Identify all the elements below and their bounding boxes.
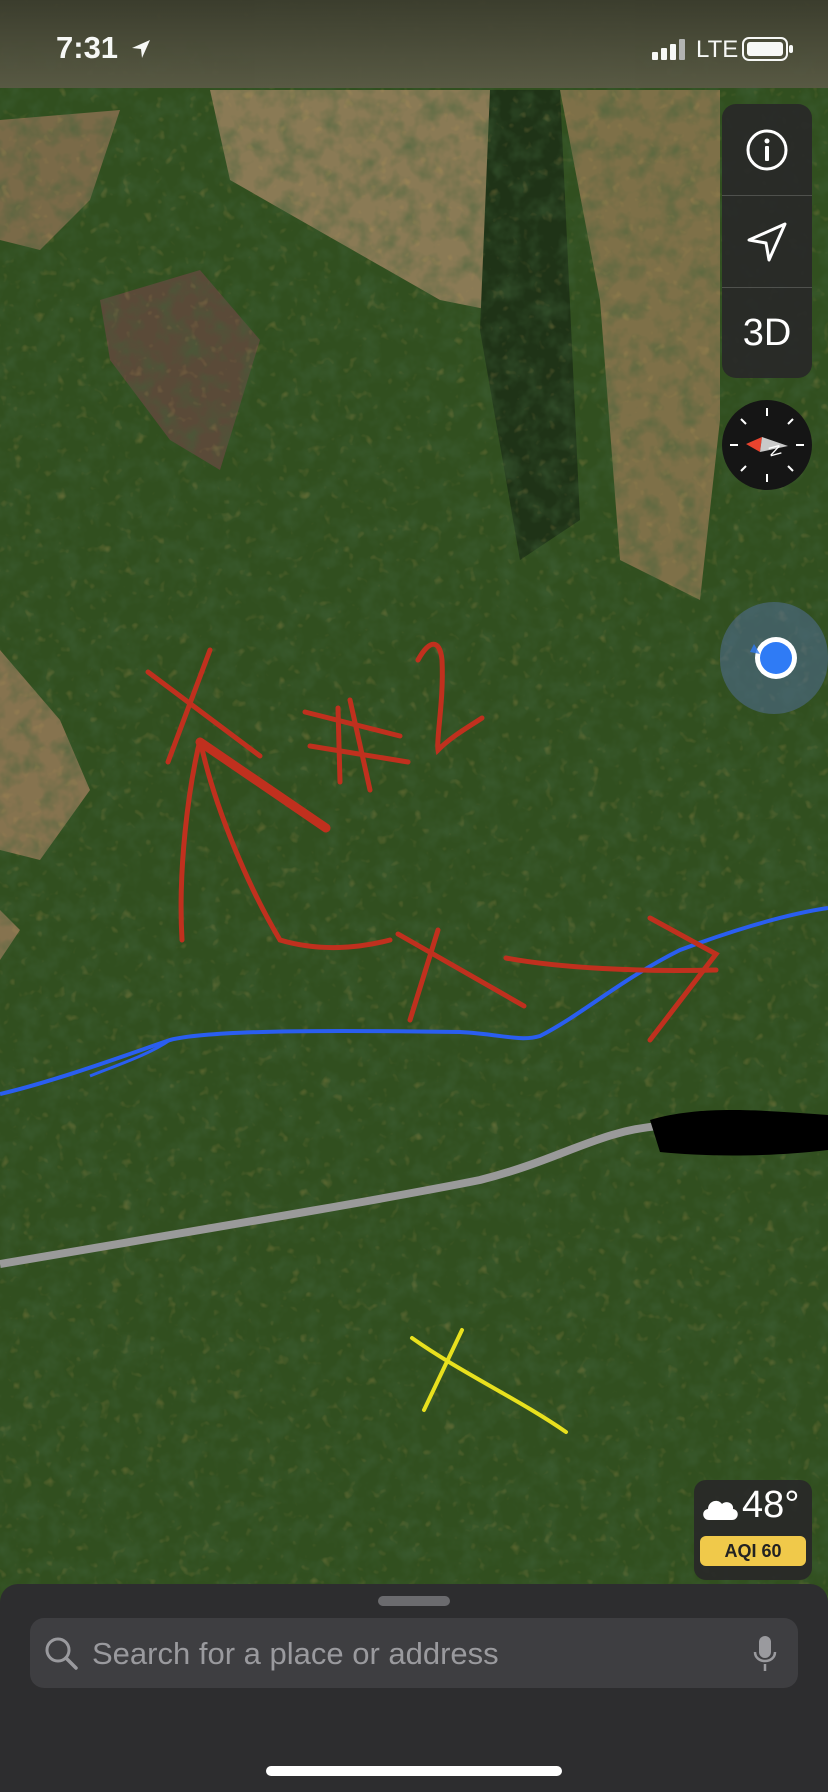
clock: 7:31 — [56, 30, 119, 65]
signal-bars-icon — [652, 39, 685, 60]
user-location-marker[interactable] — [720, 602, 828, 714]
carrier-label: LTE — [696, 36, 739, 63]
compass-button[interactable]: N — [722, 400, 812, 490]
redaction-scribble — [650, 1110, 828, 1156]
cloud-icon — [703, 1500, 738, 1520]
home-indicator — [266, 1766, 562, 1776]
microphone-icon[interactable] — [752, 1634, 778, 1674]
info-button[interactable] — [722, 104, 812, 195]
aqi-badge: AQI 60 — [700, 1536, 806, 1566]
magnifier-icon — [45, 1637, 78, 1670]
search-field[interactable]: Search for a place or address — [30, 1618, 798, 1688]
temperature: 48° — [742, 1484, 800, 1526]
location-arrow-icon — [132, 40, 150, 58]
compass-icon: N — [730, 408, 804, 482]
location-arrow-icon — [747, 222, 787, 261]
weather-widget[interactable]: 48° AQI 60 — [694, 1480, 812, 1580]
search-placeholder: Search for a place or address — [92, 1636, 499, 1671]
bottom-sheet: Search for a place or address — [0, 1584, 828, 1792]
battery-icon — [742, 37, 793, 61]
sheet-grabber[interactable] — [378, 1596, 450, 1606]
info-icon — [746, 129, 788, 170]
3d-button[interactable]: 3D — [722, 288, 812, 379]
status-bar: 7:31 LTE — [0, 0, 828, 88]
map-controls: 3D — [722, 104, 812, 378]
track-location-button[interactable] — [722, 196, 812, 287]
